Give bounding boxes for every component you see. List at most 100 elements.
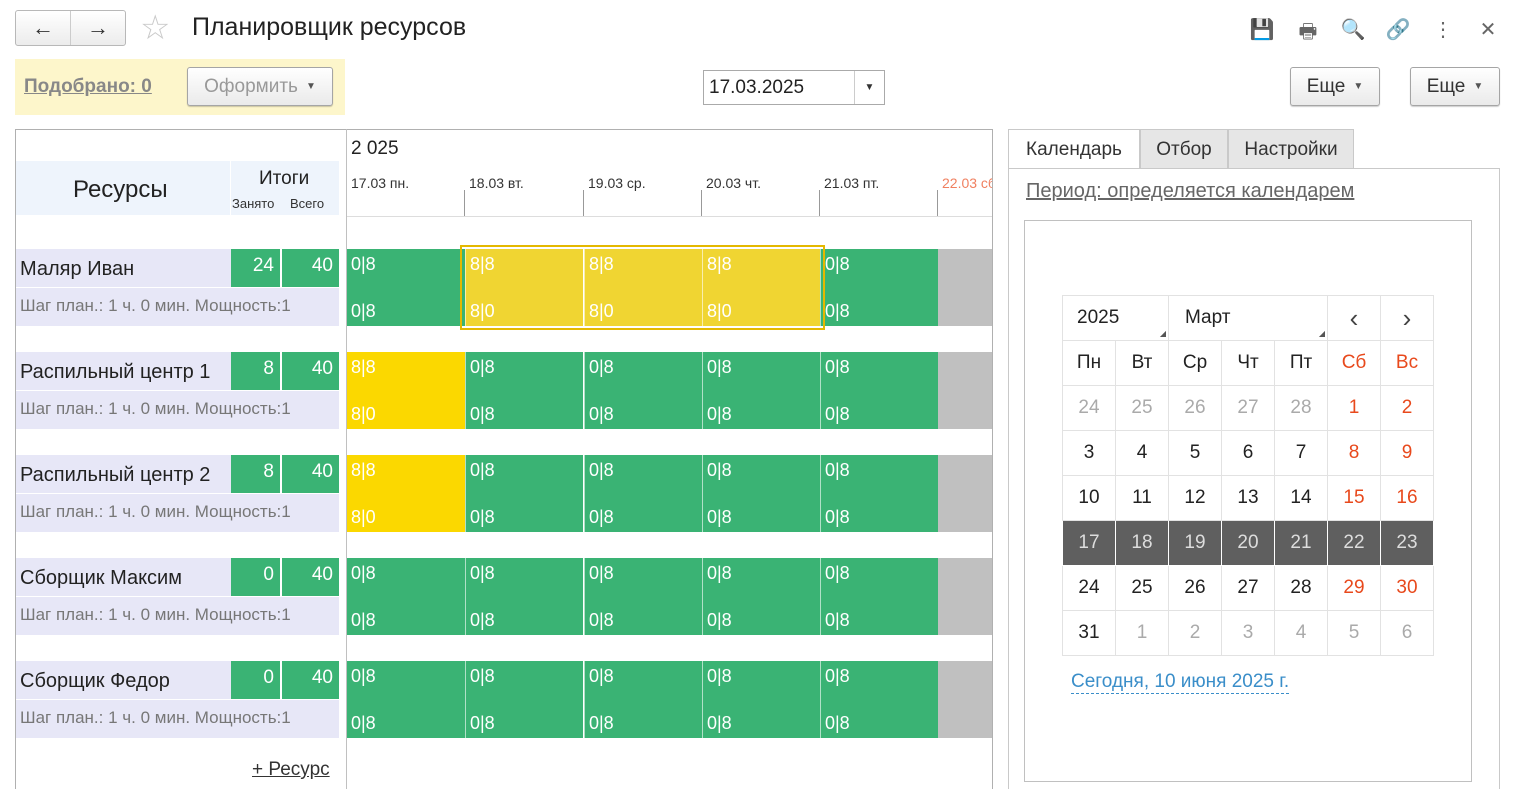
- calendar-day[interactable]: 7: [1274, 430, 1328, 476]
- calendar-day[interactable]: 19: [1168, 520, 1222, 566]
- cell-load-value: 0|8: [470, 666, 495, 686]
- schedule-cell[interactable]: 0|8 0|8: [465, 455, 583, 532]
- add-resource-link[interactable]: + Ресурс: [252, 759, 330, 781]
- schedule-cell[interactable]: 0|8 0|8: [465, 558, 583, 635]
- calendar-day[interactable]: 17: [1062, 520, 1116, 566]
- calendar-day[interactable]: 29: [1327, 565, 1381, 611]
- link-icon[interactable]: 🔗: [1385, 17, 1411, 42]
- schedule-cell[interactable]: 0|8 0|8: [347, 558, 465, 635]
- resource-name[interactable]: Сборщик Федор: [20, 670, 170, 693]
- calendar-day[interactable]: 25: [1115, 385, 1169, 431]
- calendar-day[interactable]: 4: [1274, 610, 1328, 656]
- period-link[interactable]: Период: определяется календарем: [1026, 180, 1354, 203]
- calendar-day[interactable]: 1: [1115, 610, 1169, 656]
- schedule-cell[interactable]: 0|8 0|8: [584, 558, 702, 635]
- calendar-day[interactable]: 6: [1221, 430, 1275, 476]
- back-button[interactable]: ←: [16, 11, 70, 45]
- calendar-day[interactable]: 20: [1221, 520, 1275, 566]
- cell-load-value: 0|8: [351, 563, 376, 583]
- schedule-cell[interactable]: 0|8 0|8: [347, 249, 465, 326]
- calendar-day[interactable]: 1: [1327, 385, 1381, 431]
- date-dropdown-icon[interactable]: ▼: [854, 71, 884, 104]
- today-link[interactable]: Сегодня, 10 июня 2025 г.: [1071, 671, 1290, 694]
- calendar-day[interactable]: 5: [1327, 610, 1381, 656]
- picked-count-link[interactable]: Подобрано: 0: [24, 76, 152, 98]
- calendar-day[interactable]: 18: [1115, 520, 1169, 566]
- calendar-day[interactable]: 28: [1274, 385, 1328, 431]
- calendar-day[interactable]: 16: [1380, 475, 1434, 521]
- calendar-day[interactable]: 9: [1380, 430, 1434, 476]
- more-icon[interactable]: ⋮: [1430, 17, 1456, 42]
- calendar-day[interactable]: 13: [1221, 475, 1275, 521]
- calendar-day[interactable]: 10: [1062, 475, 1116, 521]
- forward-button[interactable]: →: [70, 11, 125, 45]
- calendar-day[interactable]: 11: [1115, 475, 1169, 521]
- next-month-button[interactable]: ›: [1380, 295, 1434, 341]
- calendar-day[interactable]: 28: [1274, 565, 1328, 611]
- calendar-day[interactable]: 22: [1327, 520, 1381, 566]
- resource-name[interactable]: Распильный центр 2: [20, 464, 210, 487]
- calendar-day[interactable]: 25: [1115, 565, 1169, 611]
- calendar-day[interactable]: 5: [1168, 430, 1222, 476]
- calendar-day[interactable]: 3: [1062, 430, 1116, 476]
- calendar-day[interactable]: 14: [1274, 475, 1328, 521]
- prev-month-button[interactable]: ‹: [1327, 295, 1381, 341]
- resource-name[interactable]: Маляр Иван: [20, 258, 134, 281]
- schedule-cell[interactable]: 0|8 0|8: [820, 249, 938, 326]
- favorite-star-icon[interactable]: ☆: [140, 10, 170, 46]
- tab-settings[interactable]: Настройки: [1228, 129, 1354, 169]
- schedule-cell[interactable]: 0|8 0|8: [702, 558, 820, 635]
- calendar-day[interactable]: 4: [1115, 430, 1169, 476]
- calendar-day[interactable]: 27: [1221, 385, 1275, 431]
- preview-icon[interactable]: 🔍: [1340, 17, 1366, 42]
- calendar-day[interactable]: 21: [1274, 520, 1328, 566]
- schedule-cell[interactable]: 0|8 0|8: [584, 661, 702, 738]
- schedule-cell[interactable]: 0|8 0|8: [702, 455, 820, 532]
- month-select[interactable]: Март ◢: [1168, 295, 1328, 341]
- calendar-day[interactable]: 15: [1327, 475, 1381, 521]
- resource-detail: Шаг план.: 1 ч. 0 мин. Мощность:1: [16, 700, 339, 738]
- resource-name[interactable]: Сборщик Максим: [20, 567, 182, 590]
- selection-frame[interactable]: [460, 245, 825, 330]
- calendar-day[interactable]: 2: [1168, 610, 1222, 656]
- schedule-cell[interactable]: 0|8 0|8: [820, 558, 938, 635]
- calendar-day[interactable]: 12: [1168, 475, 1222, 521]
- calendar-day[interactable]: 24: [1062, 385, 1116, 431]
- calendar-day[interactable]: 26: [1168, 565, 1222, 611]
- calendar-day[interactable]: 23: [1380, 520, 1434, 566]
- save-icon[interactable]: 💾: [1249, 17, 1275, 42]
- schedule-cell[interactable]: 0|8 0|8: [584, 352, 702, 429]
- resource-detail: Шаг план.: 1 ч. 0 мин. Мощность:1: [16, 288, 339, 326]
- year-select[interactable]: 2025 ◢: [1062, 295, 1169, 341]
- close-icon[interactable]: ✕: [1475, 17, 1501, 42]
- schedule-cell[interactable]: 0|8 0|8: [702, 352, 820, 429]
- schedule-cell[interactable]: 0|8 0|8: [820, 352, 938, 429]
- calendar-day[interactable]: 30: [1380, 565, 1434, 611]
- calendar-day[interactable]: 6: [1380, 610, 1434, 656]
- schedule-cell[interactable]: 0|8 0|8: [820, 661, 938, 738]
- schedule-cell[interactable]: 8|8 8|0: [347, 455, 465, 532]
- schedule-cell[interactable]: 8|8 8|0: [347, 352, 465, 429]
- calendar-day[interactable]: 8: [1327, 430, 1381, 476]
- resource-name[interactable]: Распильный центр 1: [20, 361, 210, 384]
- tab-calendar[interactable]: Календарь: [1008, 129, 1140, 169]
- calendar-day[interactable]: 31: [1062, 610, 1116, 656]
- make-button[interactable]: Оформить ▼: [187, 67, 333, 106]
- schedule-cell[interactable]: 0|8 0|8: [584, 455, 702, 532]
- tab-filter[interactable]: Отбор: [1140, 129, 1228, 169]
- calendar-day[interactable]: 26: [1168, 385, 1222, 431]
- more-button-2[interactable]: Еще ▼: [1410, 67, 1500, 106]
- schedule-cell[interactable]: 0|8 0|8: [702, 661, 820, 738]
- schedule-cell[interactable]: 0|8 0|8: [465, 661, 583, 738]
- schedule-cell[interactable]: 0|8 0|8: [820, 455, 938, 532]
- calendar-day[interactable]: 24: [1062, 565, 1116, 611]
- calendar-day[interactable]: 2: [1380, 385, 1434, 431]
- schedule-cell[interactable]: 0|8 0|8: [347, 661, 465, 738]
- print-icon[interactable]: 🖶: [1295, 17, 1321, 51]
- calendar-day[interactable]: 27: [1221, 565, 1275, 611]
- date-field[interactable]: 17.03.2025 ▼: [703, 70, 885, 105]
- schedule-cell[interactable]: 0|8 0|8: [465, 352, 583, 429]
- more-button-1[interactable]: Еще ▼: [1290, 67, 1380, 106]
- calendar-day[interactable]: 3: [1221, 610, 1275, 656]
- cell-free-value: 0|8: [589, 713, 614, 733]
